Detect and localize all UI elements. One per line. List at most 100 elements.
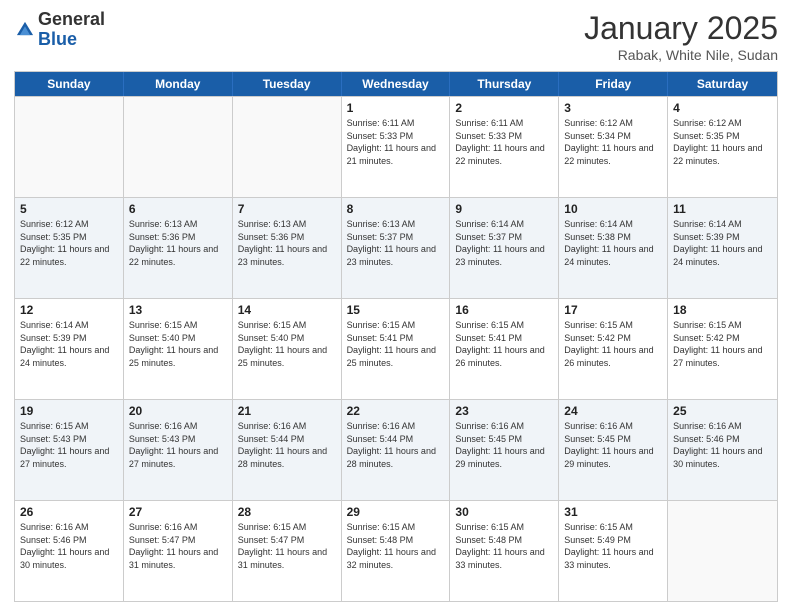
calendar-header: SundayMondayTuesdayWednesdayThursdayFrid… [15, 72, 777, 96]
calendar-body: 1 Sunrise: 6:11 AMSunset: 5:33 PMDaylight… [15, 96, 777, 601]
day-number: 17 [564, 303, 662, 317]
day-number: 20 [129, 404, 227, 418]
day-info: Sunrise: 6:15 AMSunset: 5:43 PMDaylight:… [20, 420, 118, 470]
header-day-tuesday: Tuesday [233, 72, 342, 96]
day-cell-26: 26 Sunrise: 6:16 AMSunset: 5:46 PMDayligh… [15, 501, 124, 601]
day-number: 8 [347, 202, 445, 216]
day-info: Sunrise: 6:16 AMSunset: 5:45 PMDaylight:… [455, 420, 553, 470]
day-cell-2: 2 Sunrise: 6:11 AMSunset: 5:33 PMDaylight… [450, 97, 559, 197]
day-cell-7: 7Sunrise: 6:13 AMSunset: 5:36 PMDaylight… [233, 198, 342, 298]
day-cell-20: 20 Sunrise: 6:16 AMSunset: 5:43 PMDayligh… [124, 400, 233, 500]
day-cell-27: 27 Sunrise: 6:16 AMSunset: 5:47 PMDayligh… [124, 501, 233, 601]
day-info: Sunrise: 6:12 AMSunset: 5:35 PMDaylight:… [673, 117, 772, 167]
day-cell-11: 11 Sunrise: 6:14 AMSunset: 5:39 PMDayligh… [668, 198, 777, 298]
day-cell-10: 10 Sunrise: 6:14 AMSunset: 5:38 PMDayligh… [559, 198, 668, 298]
empty-cell [15, 97, 124, 197]
logo: General Blue [14, 10, 105, 50]
day-number: 10 [564, 202, 662, 216]
day-number: 27 [129, 505, 227, 519]
day-info: Sunrise: 6:16 AMSunset: 5:45 PMDaylight:… [564, 420, 662, 470]
calendar: SundayMondayTuesdayWednesdayThursdayFrid… [14, 71, 778, 602]
day-number: 11 [673, 202, 772, 216]
day-number: 24 [564, 404, 662, 418]
day-number: 13 [129, 303, 227, 317]
day-info: Sunrise: 6:16 AMSunset: 5:43 PMDaylight:… [129, 420, 227, 470]
day-cell-28: 28Sunrise: 6:15 AMSunset: 5:47 PMDayligh… [233, 501, 342, 601]
day-info: Sunrise: 6:14 AMSunset: 5:39 PMDaylight:… [673, 218, 772, 268]
day-number: 30 [455, 505, 553, 519]
day-cell-29: 29Sunrise: 6:15 AMSunset: 5:48 PMDayligh… [342, 501, 451, 601]
day-number: 23 [455, 404, 553, 418]
empty-cell [668, 501, 777, 601]
day-cell-31: 31Sunrise: 6:15 AMSunset: 5:49 PMDayligh… [559, 501, 668, 601]
day-info: Sunrise: 6:16 AMSunset: 5:46 PMDaylight:… [673, 420, 772, 470]
day-cell-22: 22 Sunrise: 6:16 AMSunset: 5:44 PMDayligh… [342, 400, 451, 500]
day-number: 22 [347, 404, 445, 418]
header-day-sunday: Sunday [15, 72, 124, 96]
day-info: Sunrise: 6:13 AMSunset: 5:37 PMDaylight:… [347, 218, 445, 268]
header: General Blue January 2025 Rabak, White N… [14, 10, 778, 63]
day-info: Sunrise: 6:15 AMSunset: 5:47 PMDaylight:… [238, 521, 336, 571]
day-cell-1: 1Sunrise: 6:11 AMSunset: 5:33 PMDaylight… [342, 97, 451, 197]
day-info: Sunrise: 6:16 AMSunset: 5:44 PMDaylight:… [238, 420, 336, 470]
day-number: 26 [20, 505, 118, 519]
day-cell-19: 19Sunrise: 6:15 AMSunset: 5:43 PMDayligh… [15, 400, 124, 500]
day-info: Sunrise: 6:12 AMSunset: 5:35 PMDaylight:… [20, 218, 118, 268]
empty-cell [233, 97, 342, 197]
day-info: Sunrise: 6:14 AMSunset: 5:37 PMDaylight:… [455, 218, 553, 268]
day-info: Sunrise: 6:15 AMSunset: 5:40 PMDaylight:… [129, 319, 227, 369]
day-cell-24: 24 Sunrise: 6:16 AMSunset: 5:45 PMDayligh… [559, 400, 668, 500]
day-cell-15: 15 Sunrise: 6:15 AMSunset: 5:41 PMDayligh… [342, 299, 451, 399]
day-number: 1 [347, 101, 445, 115]
day-cell-5: 5 Sunrise: 6:12 AMSunset: 5:35 PMDaylight… [15, 198, 124, 298]
day-info: Sunrise: 6:16 AMSunset: 5:44 PMDaylight:… [347, 420, 445, 470]
header-day-friday: Friday [559, 72, 668, 96]
week-row-2: 12Sunrise: 6:14 AMSunset: 5:39 PMDayligh… [15, 298, 777, 399]
subtitle: Rabak, White Nile, Sudan [584, 47, 778, 63]
day-number: 9 [455, 202, 553, 216]
empty-cell [124, 97, 233, 197]
day-number: 2 [455, 101, 553, 115]
day-cell-21: 21Sunrise: 6:16 AMSunset: 5:44 PMDayligh… [233, 400, 342, 500]
day-cell-4: 4 Sunrise: 6:12 AMSunset: 5:35 PMDaylight… [668, 97, 777, 197]
day-cell-6: 6Sunrise: 6:13 AMSunset: 5:36 PMDaylight… [124, 198, 233, 298]
header-day-saturday: Saturday [668, 72, 777, 96]
day-info: Sunrise: 6:15 AMSunset: 5:42 PMDaylight:… [673, 319, 772, 369]
day-cell-13: 13 Sunrise: 6:15 AMSunset: 5:40 PMDayligh… [124, 299, 233, 399]
header-day-monday: Monday [124, 72, 233, 96]
logo-text: General Blue [38, 10, 105, 50]
day-cell-30: 30 Sunrise: 6:15 AMSunset: 5:48 PMDayligh… [450, 501, 559, 601]
day-info: Sunrise: 6:16 AMSunset: 5:47 PMDaylight:… [129, 521, 227, 571]
header-day-wednesday: Wednesday [342, 72, 451, 96]
page: General Blue January 2025 Rabak, White N… [0, 0, 792, 612]
month-title: January 2025 [584, 10, 778, 47]
day-number: 16 [455, 303, 553, 317]
day-cell-18: 18 Sunrise: 6:15 AMSunset: 5:42 PMDayligh… [668, 299, 777, 399]
day-info: Sunrise: 6:16 AMSunset: 5:46 PMDaylight:… [20, 521, 118, 571]
day-number: 25 [673, 404, 772, 418]
week-row-0: 1 Sunrise: 6:11 AMSunset: 5:33 PMDaylight… [15, 96, 777, 197]
day-number: 15 [347, 303, 445, 317]
logo-icon [14, 19, 36, 41]
day-cell-8: 8 Sunrise: 6:13 AMSunset: 5:37 PMDaylight… [342, 198, 451, 298]
day-cell-25: 25 Sunrise: 6:16 AMSunset: 5:46 PMDayligh… [668, 400, 777, 500]
day-number: 18 [673, 303, 772, 317]
day-info: Sunrise: 6:11 AMSunset: 5:33 PMDaylight:… [455, 117, 553, 167]
day-info: Sunrise: 6:15 AMSunset: 5:41 PMDaylight:… [347, 319, 445, 369]
day-number: 3 [564, 101, 662, 115]
day-number: 5 [20, 202, 118, 216]
day-info: Sunrise: 6:14 AMSunset: 5:38 PMDaylight:… [564, 218, 662, 268]
day-cell-3: 3 Sunrise: 6:12 AMSunset: 5:34 PMDaylight… [559, 97, 668, 197]
day-info: Sunrise: 6:13 AMSunset: 5:36 PMDaylight:… [129, 218, 227, 268]
day-cell-17: 17Sunrise: 6:15 AMSunset: 5:42 PMDayligh… [559, 299, 668, 399]
day-number: 4 [673, 101, 772, 115]
day-number: 14 [238, 303, 336, 317]
header-day-thursday: Thursday [450, 72, 559, 96]
day-info: Sunrise: 6:15 AMSunset: 5:48 PMDaylight:… [455, 521, 553, 571]
day-cell-23: 23 Sunrise: 6:16 AMSunset: 5:45 PMDayligh… [450, 400, 559, 500]
day-cell-12: 12Sunrise: 6:14 AMSunset: 5:39 PMDayligh… [15, 299, 124, 399]
day-info: Sunrise: 6:12 AMSunset: 5:34 PMDaylight:… [564, 117, 662, 167]
logo-general: General [38, 9, 105, 29]
day-number: 31 [564, 505, 662, 519]
day-cell-16: 16Sunrise: 6:15 AMSunset: 5:41 PMDayligh… [450, 299, 559, 399]
